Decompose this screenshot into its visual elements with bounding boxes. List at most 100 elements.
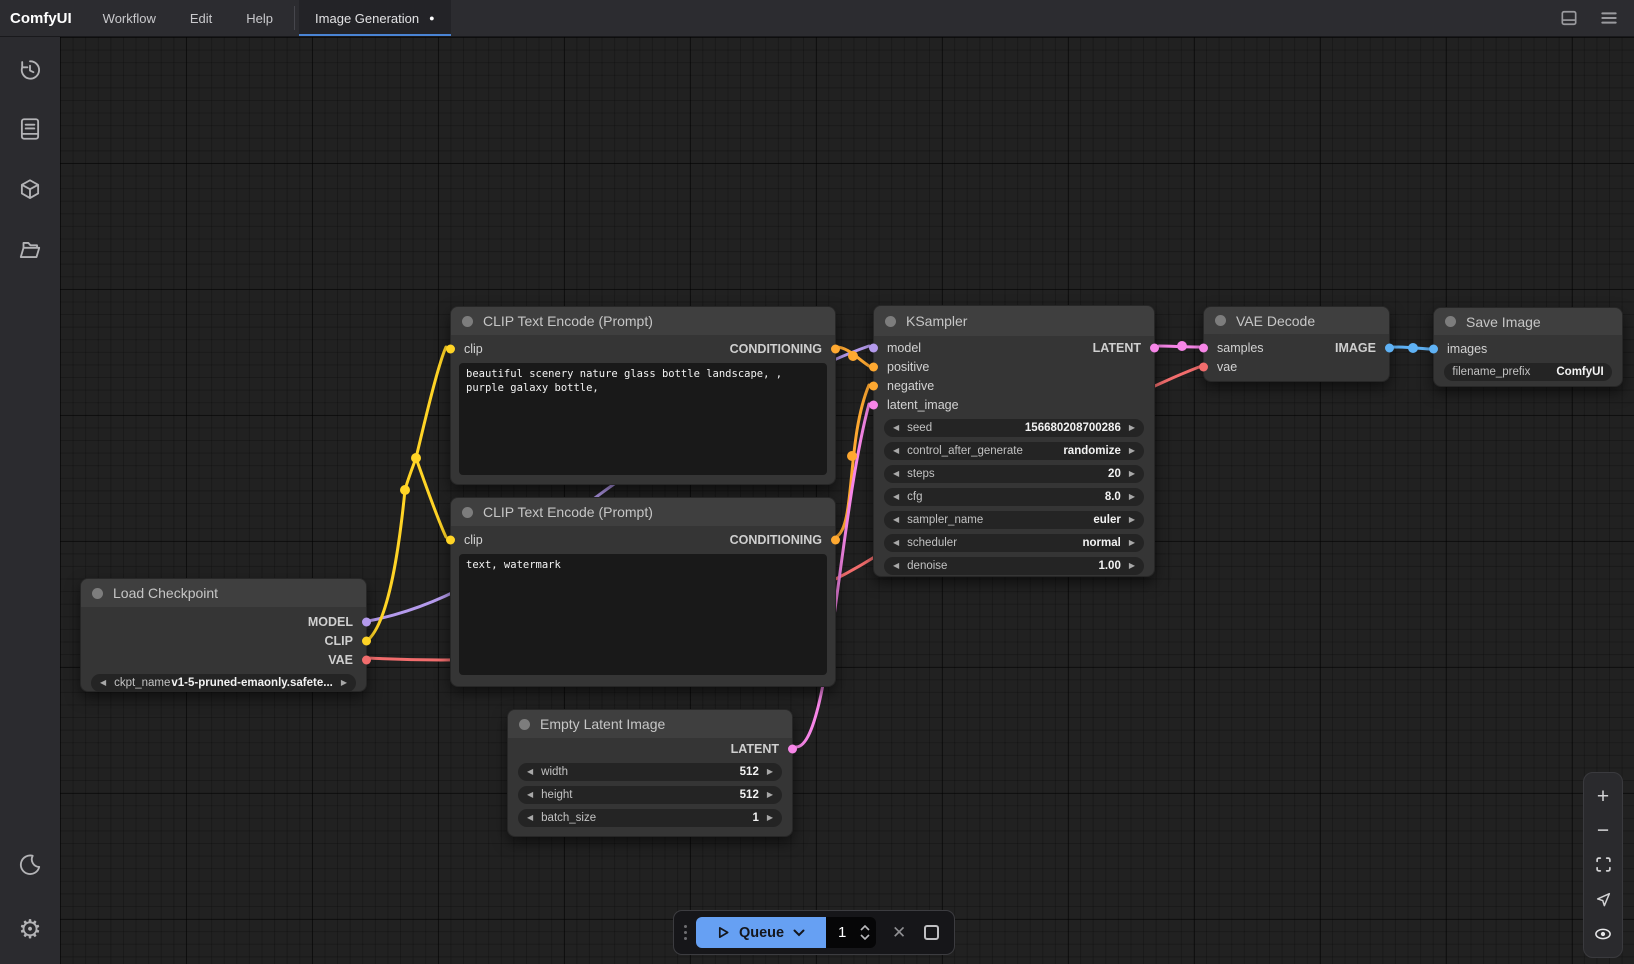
slot-row[interactable]: negative: [874, 376, 1154, 395]
widget-width[interactable]: ◀ width 512 ▶: [518, 763, 782, 781]
input-dot-positive[interactable]: [869, 362, 878, 371]
decrement-arrow-icon[interactable]: ◀: [893, 516, 899, 524]
select-cursor-icon[interactable]: [1591, 887, 1615, 911]
tab-image-generation[interactable]: Image Generation ●: [299, 0, 451, 36]
node-ksampler[interactable]: KSampler model LATENT positive negative …: [873, 305, 1155, 577]
output-slot-vae[interactable]: VAE: [81, 650, 366, 669]
output-dot-latent[interactable]: [1150, 343, 1159, 352]
output-dot-vae[interactable]: [362, 655, 371, 664]
node-clip-text-encode-negative[interactable]: CLIP Text Encode (Prompt) clip CONDITION…: [450, 497, 836, 687]
queue-list-icon[interactable]: [10, 109, 50, 149]
slot-row[interactable]: samples IMAGE: [1204, 338, 1389, 357]
decrement-arrow-icon[interactable]: ◀: [527, 791, 533, 799]
decrement-arrow-icon[interactable]: ◀: [893, 493, 899, 501]
slot-row[interactable]: vae: [1204, 357, 1389, 376]
queue-button[interactable]: Queue: [696, 917, 826, 948]
output-slot-clip[interactable]: CLIP: [81, 631, 366, 650]
decrement-arrow-icon[interactable]: ◀: [527, 814, 533, 822]
collapse-dot[interactable]: [1445, 316, 1456, 327]
collapse-dot[interactable]: [462, 507, 473, 518]
drag-handle[interactable]: [684, 925, 687, 940]
bottom-panel-icon[interactable]: [1558, 7, 1580, 29]
collapse-dot[interactable]: [519, 719, 530, 730]
slot-row[interactable]: clip CONDITIONING: [451, 339, 835, 358]
node-title-bar[interactable]: Save Image: [1434, 308, 1622, 335]
workflows-folder-icon[interactable]: [10, 230, 50, 270]
prompt-textarea[interactable]: beautiful scenery nature glass bottle la…: [459, 363, 827, 475]
increment-arrow-icon[interactable]: ▶: [1129, 539, 1135, 547]
slot-row[interactable]: clip CONDITIONING: [451, 530, 835, 549]
node-title-bar[interactable]: Empty Latent Image: [508, 710, 792, 738]
output-dot-model[interactable]: [362, 617, 371, 626]
output-dot-clip[interactable]: [362, 636, 371, 645]
step-up-icon[interactable]: [860, 925, 870, 931]
node-save-image[interactable]: Save Image images filename_prefix ComfyU…: [1433, 307, 1623, 387]
input-dot-model[interactable]: [869, 343, 878, 352]
widget-scheduler[interactable]: ◀ scheduler normal ▶: [884, 534, 1144, 552]
increment-arrow-icon[interactable]: ▶: [1129, 470, 1135, 478]
prompt-textarea[interactable]: text, watermark: [459, 554, 827, 675]
node-vae-decode[interactable]: VAE Decode samples IMAGE vae: [1203, 306, 1390, 382]
increment-arrow-icon[interactable]: ▶: [767, 791, 773, 799]
step-down-icon[interactable]: [860, 934, 870, 940]
widget-denoise[interactable]: ◀ denoise 1.00 ▶: [884, 557, 1144, 575]
model-library-box-icon[interactable]: [10, 170, 50, 210]
node-load-checkpoint[interactable]: Load Checkpoint MODEL CLIP VAE ◀ ckpt_na…: [80, 578, 367, 692]
history-icon[interactable]: [10, 50, 50, 90]
hamburger-menu-icon[interactable]: [1598, 7, 1620, 29]
input-dot-clip[interactable]: [446, 535, 455, 544]
collapse-dot[interactable]: [462, 316, 473, 327]
node-empty-latent-image[interactable]: Empty Latent Image LATENT ◀ width 512 ▶ …: [507, 709, 793, 837]
node-graph-canvas[interactable]: Load Checkpoint MODEL CLIP VAE ◀ ckpt_na…: [60, 37, 1634, 964]
node-title-bar[interactable]: KSampler: [874, 306, 1154, 336]
batch-count-input[interactable]: 1: [826, 917, 876, 948]
increment-arrow-icon[interactable]: ▶: [767, 768, 773, 776]
increment-arrow-icon[interactable]: ▶: [341, 679, 347, 687]
increment-arrow-icon[interactable]: ▶: [767, 814, 773, 822]
widget-batch-size[interactable]: ◀ batch_size 1 ▶: [518, 809, 782, 827]
node-title-bar[interactable]: VAE Decode: [1204, 307, 1389, 334]
collapse-dot[interactable]: [885, 316, 896, 327]
input-dot-clip[interactable]: [446, 344, 455, 353]
decrement-arrow-icon[interactable]: ◀: [893, 470, 899, 478]
decrement-arrow-icon[interactable]: ◀: [893, 447, 899, 455]
output-slot-latent[interactable]: LATENT: [508, 739, 792, 758]
slot-row[interactable]: latent_image: [874, 395, 1154, 414]
decrement-arrow-icon[interactable]: ◀: [893, 562, 899, 570]
output-dot-latent[interactable]: [788, 744, 797, 753]
increment-arrow-icon[interactable]: ▶: [1129, 516, 1135, 524]
increment-arrow-icon[interactable]: ▶: [1129, 447, 1135, 455]
menu-workflow[interactable]: Workflow: [86, 0, 173, 36]
input-dot-negative[interactable]: [869, 381, 878, 390]
output-dot-conditioning[interactable]: [831, 535, 840, 544]
widget-cfg[interactable]: ◀ cfg 8.0 ▶: [884, 488, 1144, 506]
fit-view-icon[interactable]: [1591, 853, 1615, 877]
zoom-out-icon[interactable]: −: [1591, 819, 1615, 843]
zoom-in-icon[interactable]: +: [1591, 784, 1615, 808]
widget-ckpt-name[interactable]: ◀ ckpt_name v1-5-pruned-emaonly.safete..…: [91, 674, 356, 692]
input-dot-samples[interactable]: [1199, 343, 1208, 352]
decrement-arrow-icon[interactable]: ◀: [893, 424, 899, 432]
widget-control-after-generate[interactable]: ◀ control_after_generate randomize ▶: [884, 442, 1144, 460]
widget-seed[interactable]: ◀ seed 156680208700286 ▶: [884, 419, 1144, 437]
collapse-dot[interactable]: [92, 588, 103, 599]
menu-edit[interactable]: Edit: [173, 0, 229, 36]
increment-arrow-icon[interactable]: ▶: [1129, 562, 1135, 570]
output-dot-conditioning[interactable]: [831, 344, 840, 353]
slot-row[interactable]: positive: [874, 357, 1154, 376]
decrement-arrow-icon[interactable]: ◀: [100, 679, 106, 687]
theme-moon-icon[interactable]: [10, 845, 50, 885]
toggle-visibility-eye-icon[interactable]: [1591, 922, 1615, 946]
widget-filename-prefix[interactable]: filename_prefix ComfyUI: [1444, 363, 1612, 381]
node-title-bar[interactable]: CLIP Text Encode (Prompt): [451, 307, 835, 335]
chevron-down-icon[interactable]: [793, 929, 805, 937]
cancel-icon[interactable]: ✕: [892, 923, 906, 943]
input-dot-images[interactable]: [1429, 344, 1438, 353]
menu-help[interactable]: Help: [229, 0, 290, 36]
node-title-bar[interactable]: CLIP Text Encode (Prompt): [451, 498, 835, 526]
node-title-bar[interactable]: Load Checkpoint: [81, 579, 366, 607]
slot-row[interactable]: model LATENT: [874, 338, 1154, 357]
output-slot-model[interactable]: MODEL: [81, 612, 366, 631]
widget-sampler-name[interactable]: ◀ sampler_name euler ▶: [884, 511, 1144, 529]
increment-arrow-icon[interactable]: ▶: [1129, 424, 1135, 432]
